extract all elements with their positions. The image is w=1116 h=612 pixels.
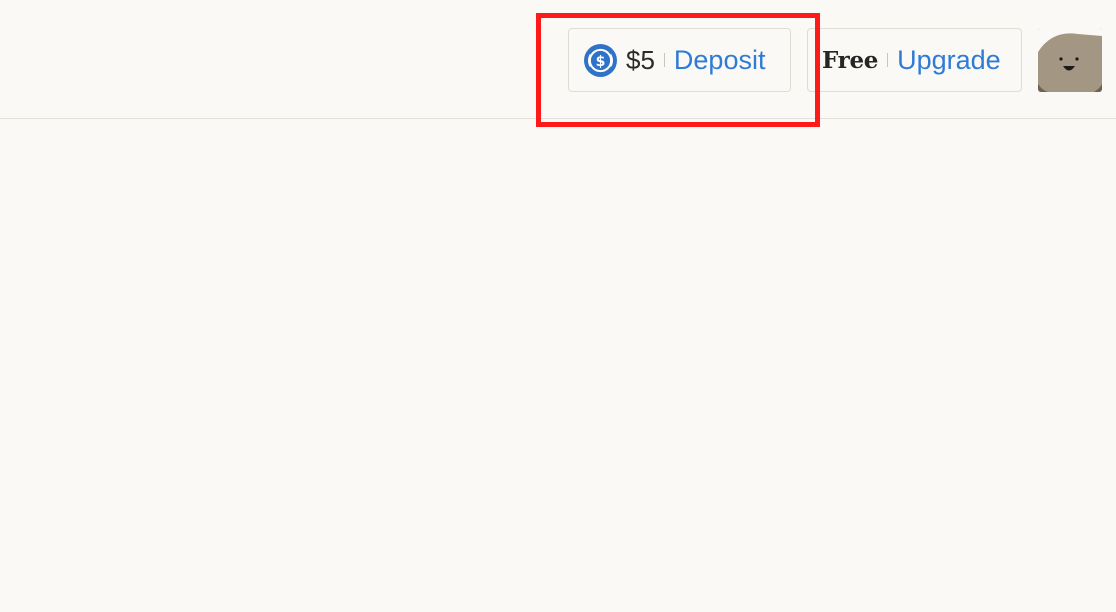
page: $ $5 Deposit Free Upgrade: [0, 0, 1116, 612]
plan-name: Free: [822, 46, 879, 74]
deposit-link[interactable]: Deposit: [674, 45, 766, 76]
smiley-face-icon: [1038, 28, 1102, 92]
balance-amount: $5: [626, 44, 655, 75]
divider: [663, 53, 665, 67]
avatar[interactable]: [1038, 28, 1102, 92]
svg-text:$: $: [596, 53, 606, 69]
top-bar: $ $5 Deposit Free Upgrade: [0, 0, 1116, 119]
divider: [887, 53, 889, 67]
balance-deposit-button[interactable]: $ $5 Deposit: [568, 28, 791, 92]
usd-coin-icon: $: [584, 43, 617, 77]
plan-upgrade-button[interactable]: Free Upgrade: [807, 28, 1022, 92]
upgrade-link[interactable]: Upgrade: [897, 45, 1001, 76]
